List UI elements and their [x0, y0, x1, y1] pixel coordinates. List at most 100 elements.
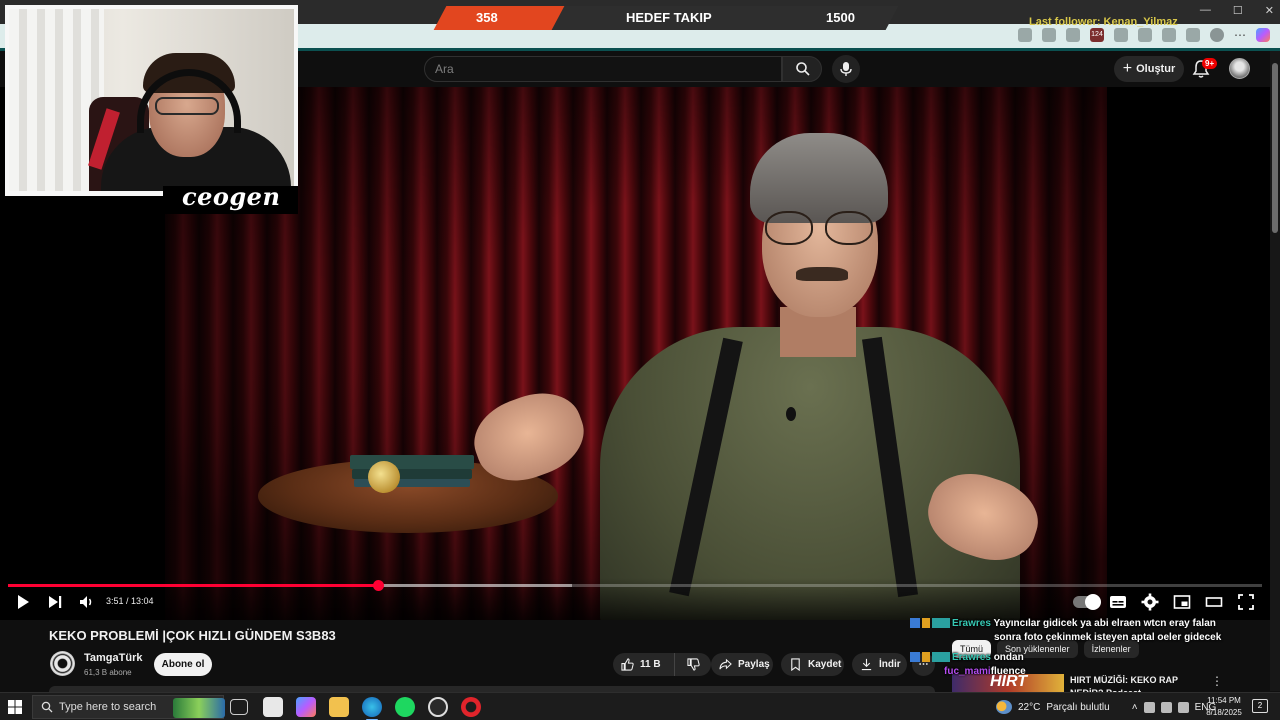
taskbar-search[interactable]: Type here to search [32, 695, 225, 719]
show-hidden-icons-icon[interactable]: ˄ [1132, 702, 1138, 713]
favorite-star-icon[interactable] [1066, 28, 1080, 42]
chat-message: Erawres Yayıncılar gidicek ya abi elraen… [910, 617, 1220, 631]
system-clock[interactable]: 11:54 PM 8/18/2025 [1202, 695, 1246, 719]
download-button[interactable]: İndir [852, 653, 907, 676]
more-options-icon[interactable]: ⋯ [1234, 28, 1246, 42]
chat-username: Erawres [952, 618, 991, 629]
bookmark-icon [791, 658, 800, 671]
chat-text: Yayıncılar gidicek ya abi elraen wtcn er… [993, 618, 1216, 629]
create-label: Oluştur [1136, 63, 1176, 75]
microphone-tray-icon[interactable] [1143, 701, 1155, 713]
chat-badges-icon [910, 618, 950, 629]
subscriber-count: 61,3 B abone [84, 668, 132, 677]
search-box [424, 56, 782, 82]
search-icon [796, 62, 810, 76]
channel-avatar[interactable] [50, 651, 75, 676]
settings-gear-icon[interactable] [1141, 593, 1159, 611]
copilot-app-icon[interactable] [296, 697, 316, 717]
account-avatar[interactable] [1229, 58, 1250, 79]
window-controls: — ☐ ✕ [1200, 4, 1274, 17]
weather-temp[interactable]: 22°C [1018, 702, 1040, 713]
autoplay-knob-icon[interactable] [1085, 594, 1101, 610]
channel-name[interactable]: TamgaTürk [84, 652, 142, 664]
dislike-button[interactable] [675, 653, 711, 676]
reader-mode-icon[interactable] [1018, 28, 1032, 42]
screen: — ☐ ✕ 124 ⋯ 358 HEDEF TAKIP 1500 Last fo… [0, 0, 1280, 720]
extension-badge-icon[interactable]: 124 [1090, 28, 1104, 42]
search-icon [41, 701, 53, 713]
share-button[interactable]: Paylaş [711, 653, 773, 676]
split-screen-icon[interactable] [1138, 28, 1152, 42]
microsoft-store-icon[interactable] [263, 697, 283, 717]
progress-bar[interactable] [8, 580, 1262, 591]
volume-icon[interactable] [78, 593, 96, 611]
webcam-feed [9, 9, 294, 191]
page-scrollbar[interactable] [1270, 51, 1280, 691]
copilot-icon[interactable] [1256, 28, 1270, 42]
time-display: 3:51 / 13:04 [106, 596, 154, 606]
subtitles-icon[interactable] [1109, 593, 1127, 611]
app-grid-icon[interactable] [1042, 28, 1056, 42]
notification-center-icon[interactable]: 2 [1252, 699, 1268, 713]
chat-text: fluence [990, 666, 1026, 677]
play-icon[interactable] [14, 593, 32, 611]
video-title: KEKO PROBLEMİ |ÇOK HIZLI GÜNDEM S3B83 [49, 628, 336, 643]
system-tray: 22°C Parçalı bulutlu ˄ ENG [996, 695, 1216, 719]
edge-browser-icon[interactable] [362, 697, 382, 720]
network-icon[interactable] [1160, 701, 1172, 713]
search-button[interactable] [782, 56, 822, 82]
video-host-figure [463, 127, 1060, 620]
spotify-icon[interactable] [395, 697, 415, 717]
task-view-icon[interactable] [230, 699, 248, 715]
weather-icon[interactable] [996, 700, 1012, 714]
maximize-icon[interactable]: ☐ [1233, 4, 1243, 17]
fullscreen-icon[interactable] [1237, 593, 1255, 611]
create-button[interactable]: + Oluştur [1114, 56, 1184, 82]
opera-icon[interactable] [461, 697, 481, 717]
chat-text: ondan [993, 652, 1024, 663]
extension-icon[interactable] [1114, 28, 1128, 42]
chat-message: Erawres ondan [910, 651, 1220, 665]
profile-icon[interactable] [1210, 28, 1224, 42]
miniplayer-icon[interactable] [1173, 593, 1191, 611]
goal-target: 1500 [826, 10, 855, 25]
subscribe-button[interactable]: Abone ol [154, 653, 212, 676]
windows-taskbar: Type here to search 22°C Parçalı bulutlu… [0, 692, 1280, 720]
chat-username: fuc_mami [944, 666, 991, 677]
next-video-icon[interactable] [46, 593, 64, 611]
search-highlight-art [173, 698, 225, 718]
weather-description[interactable]: Parçalı bulutlu [1046, 702, 1109, 713]
scrollbar-thumb[interactable] [1272, 63, 1278, 233]
last-follower: Last follower: Kenan_Yilmaz [1029, 16, 1178, 28]
share-label: Paylaş [738, 659, 770, 670]
close-icon[interactable]: ✕ [1265, 4, 1274, 17]
favorites-icon[interactable] [1162, 28, 1176, 42]
host-shirt [600, 327, 1020, 620]
host-hair [750, 133, 888, 223]
collections-icon[interactable] [1186, 28, 1200, 42]
video-medal [368, 461, 400, 493]
download-label: İndir [879, 659, 901, 670]
host-glasses [765, 211, 877, 247]
taskbar-search-placeholder: Type here to search [59, 701, 157, 713]
file-explorer-icon[interactable] [329, 697, 349, 717]
voice-search-button[interactable] [832, 55, 860, 83]
streamer-glasses [155, 97, 219, 115]
like-dislike-group: 11 B [613, 653, 711, 676]
speaker-icon[interactable] [1177, 701, 1189, 713]
like-button[interactable]: 11 B [613, 653, 675, 676]
theater-mode-icon[interactable] [1205, 593, 1223, 611]
follow-goal-banner: 358 HEDEF TAKIP 1500 [433, 6, 899, 30]
windows-start-icon[interactable] [8, 700, 22, 714]
download-icon [861, 658, 872, 671]
goal-current-bg [433, 6, 567, 30]
obs-icon[interactable] [428, 697, 448, 717]
stream-chat-overlay: Erawres Yayıncılar gidicek ya abi elraen… [910, 617, 1221, 679]
progress-scrubber[interactable] [372, 580, 384, 591]
save-button[interactable]: Kaydet [781, 653, 844, 676]
like-count: 11 B [640, 659, 661, 670]
toolbar-icons: 124 ⋯ [1018, 28, 1270, 42]
search-input[interactable] [425, 57, 781, 81]
minimize-icon[interactable]: — [1200, 4, 1211, 17]
clock-date: 8/18/2025 [1206, 708, 1242, 717]
